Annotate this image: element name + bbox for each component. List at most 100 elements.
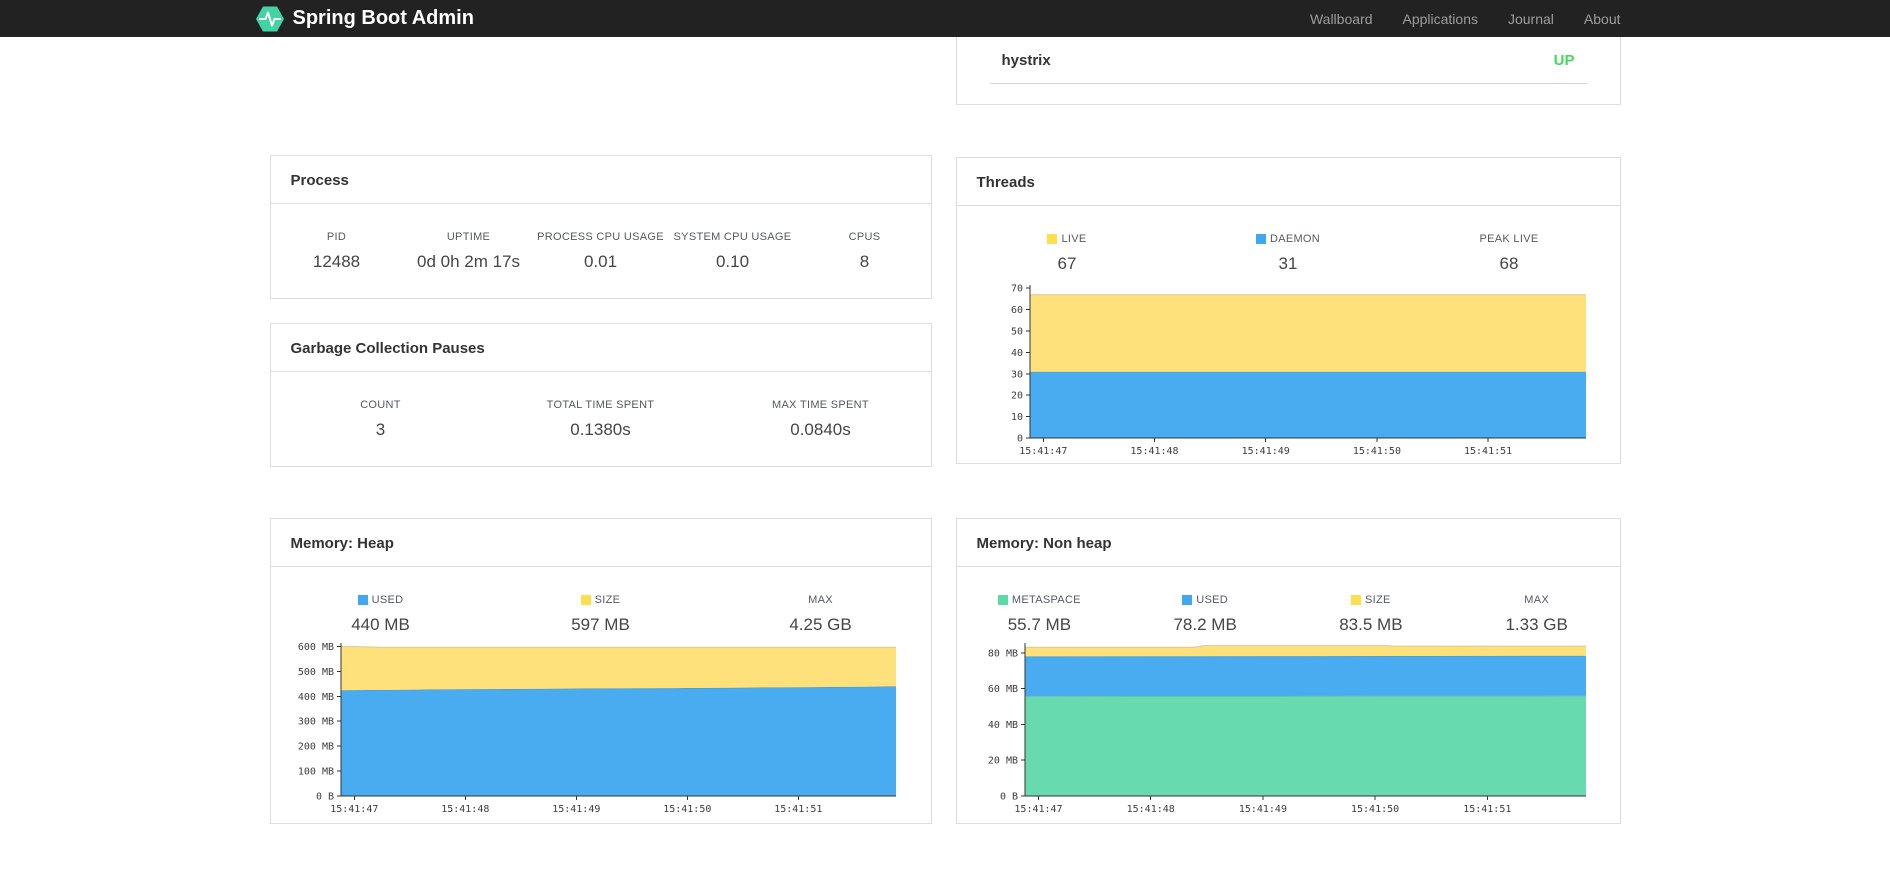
metric-threads-daemon: DAEMON 31 [1178, 232, 1399, 274]
metric-label: MAX TIME SPENT [772, 398, 869, 411]
svg-text:300 MB: 300 MB [297, 717, 333, 728]
card-title: Garbage Collection Pauses [270, 324, 931, 372]
metric-label: DAEMON [1269, 232, 1321, 245]
legend-swatch [1182, 594, 1193, 605]
svg-text:40: 40 [1010, 348, 1022, 359]
nav-link-journal[interactable]: Journal [1508, 11, 1554, 27]
legend-swatch [580, 594, 591, 605]
heap-chart: 0 B 100 MB 200 MB 300 MB 400 MB 500 MB 600 MB 1… [291, 638, 911, 820]
card-title: Process [270, 156, 931, 204]
svg-text:15:41:48: 15:41:48 [441, 804, 489, 815]
svg-text:15:41:50: 15:41:50 [1352, 446, 1400, 457]
application-row-hystrix[interactable]: hystrix UP [957, 37, 1620, 83]
legend-swatch [1351, 594, 1362, 605]
metric-label: CPUS [848, 230, 881, 243]
metric-threads-peak-live: PEAK LIVE 68 [1399, 232, 1620, 274]
nav-link-about[interactable]: About [1584, 11, 1621, 27]
nonheap-metrics: METASPACE 55.7 MB USED 78.2 MB SIZE 83.5… [957, 567, 1620, 635]
metric-heap-max: MAX 4.25 GB [711, 593, 931, 635]
svg-text:40 MB: 40 MB [987, 720, 1017, 731]
svg-text:60: 60 [1010, 305, 1022, 316]
metric-value: 8 [859, 252, 870, 271]
metric-pid: PID 12488 [271, 230, 403, 272]
svg-text:15:41:51: 15:41:51 [1464, 446, 1512, 457]
svg-text:15:41:51: 15:41:51 [774, 804, 822, 815]
metric-label: MAX [1524, 593, 1549, 606]
metric-value: 0.01 [583, 252, 618, 271]
threads-chart: 0 10 20 30 40 50 60 70 15:41:47 15:41:48 15:41:49 1… [977, 280, 1600, 462]
svg-text:15:41:50: 15:41:50 [663, 804, 711, 815]
svg-text:70: 70 [1010, 284, 1022, 295]
memory-nonheap-card: Memory: Non heap METASPACE 55.7 MB USED … [955, 518, 1621, 824]
svg-text:15:41:47: 15:41:47 [330, 804, 378, 815]
svg-text:15:41:48: 15:41:48 [1130, 446, 1178, 457]
svg-text:10: 10 [1010, 412, 1022, 423]
metric-value: 1.33 GB [1505, 615, 1568, 634]
svg-text:15:41:49: 15:41:49 [1238, 804, 1286, 815]
svg-text:15:41:51: 15:41:51 [1463, 804, 1511, 815]
svg-text:400 MB: 400 MB [297, 692, 333, 703]
metric-value: 3 [375, 420, 386, 439]
svg-text:600 MB: 600 MB [297, 642, 333, 653]
svg-text:0: 0 [1016, 434, 1022, 445]
process-card: Process PID 12488 UPTIME 0d 0h 2m 17s PR… [269, 155, 932, 299]
metric-label: SIZE [594, 593, 621, 606]
legend-swatch [1047, 233, 1058, 244]
status-badge: UP [1553, 51, 1575, 69]
card-title: Memory: Non heap [956, 519, 1620, 567]
metric-label: USED [1196, 593, 1228, 606]
nav-link-wallboard[interactable]: Wallboard [1310, 11, 1373, 27]
metric-value: 12488 [312, 252, 361, 271]
svg-text:15:41:48: 15:41:48 [1126, 804, 1174, 815]
metric-value: 0.1380s [570, 420, 631, 439]
metric-label: PID [326, 230, 347, 243]
metric-gc-total-time: TOTAL TIME SPENT 0.1380s [491, 398, 711, 440]
threads-metrics: LIVE 67 DAEMON 31 PEAK LIVE 68 [957, 206, 1620, 274]
metric-value: 31 [1278, 254, 1298, 273]
metric-value: 83.5 MB [1339, 615, 1403, 634]
svg-text:80 MB: 80 MB [987, 648, 1017, 659]
brand[interactable]: Spring Boot Admin [255, 4, 474, 34]
left-column: Process PID 12488 UPTIME 0d 0h 2m 17s PR… [269, 37, 932, 892]
metric-label: MAX [808, 593, 833, 606]
nav-links: Wallboard Applications Journal About [1280, 11, 1621, 27]
metric-process-cpu: PROCESS CPU USAGE 0.01 [535, 230, 667, 272]
metric-label: USED [371, 593, 404, 606]
metric-heap-size: SIZE 597 MB [491, 593, 711, 635]
pulse-hexagon-logo-icon [255, 4, 284, 34]
application-name: hystrix [1001, 51, 1051, 69]
metric-label: METASPACE [1011, 593, 1081, 606]
svg-text:15:41:50: 15:41:50 [1351, 804, 1399, 815]
application-status-card: hystrix UP [955, 37, 1621, 105]
metric-uptime: UPTIME 0d 0h 2m 17s [403, 230, 535, 272]
right-column: hystrix UP Threads LIVE 67 DAEMON 31 PEA… [955, 37, 1621, 892]
metric-value: 440 MB [351, 615, 410, 634]
metric-value: 4.25 GB [789, 615, 852, 634]
metric-gc-count: COUNT 3 [271, 398, 491, 440]
metric-label: LIVE [1061, 232, 1087, 245]
row-divider [989, 83, 1587, 84]
metric-label: COUNT [360, 398, 401, 411]
svg-text:15:41:47: 15:41:47 [1014, 804, 1062, 815]
svg-text:200 MB: 200 MB [297, 742, 333, 753]
metric-value: 0.0840s [790, 420, 851, 439]
metric-value: 68 [1499, 254, 1519, 273]
metric-value: 67 [1057, 254, 1077, 273]
metric-label: PEAK LIVE [1479, 232, 1539, 245]
svg-text:100 MB: 100 MB [297, 767, 333, 778]
svg-text:15:41:49: 15:41:49 [1241, 446, 1289, 457]
svg-text:20 MB: 20 MB [987, 756, 1017, 767]
nav-link-applications[interactable]: Applications [1402, 11, 1478, 27]
main-content: Process PID 12488 UPTIME 0d 0h 2m 17s PR… [269, 37, 1621, 892]
metric-label: TOTAL TIME SPENT [546, 398, 655, 411]
legend-swatch [997, 594, 1008, 605]
threads-card: Threads LIVE 67 DAEMON 31 PEAK LIVE 68 0… [955, 157, 1621, 464]
metric-value: 0d 0h 2m 17s [416, 252, 520, 271]
legend-swatch [1255, 233, 1266, 244]
svg-text:0 B: 0 B [999, 792, 1017, 803]
svg-text:60 MB: 60 MB [987, 684, 1017, 695]
navbar: Spring Boot Admin Wallboard Applications… [0, 0, 1890, 37]
metric-nonheap-max: MAX 1.33 GB [1454, 593, 1620, 635]
svg-text:500 MB: 500 MB [297, 667, 333, 678]
heap-metrics: USED 440 MB SIZE 597 MB MAX 4.25 GB [271, 567, 931, 635]
